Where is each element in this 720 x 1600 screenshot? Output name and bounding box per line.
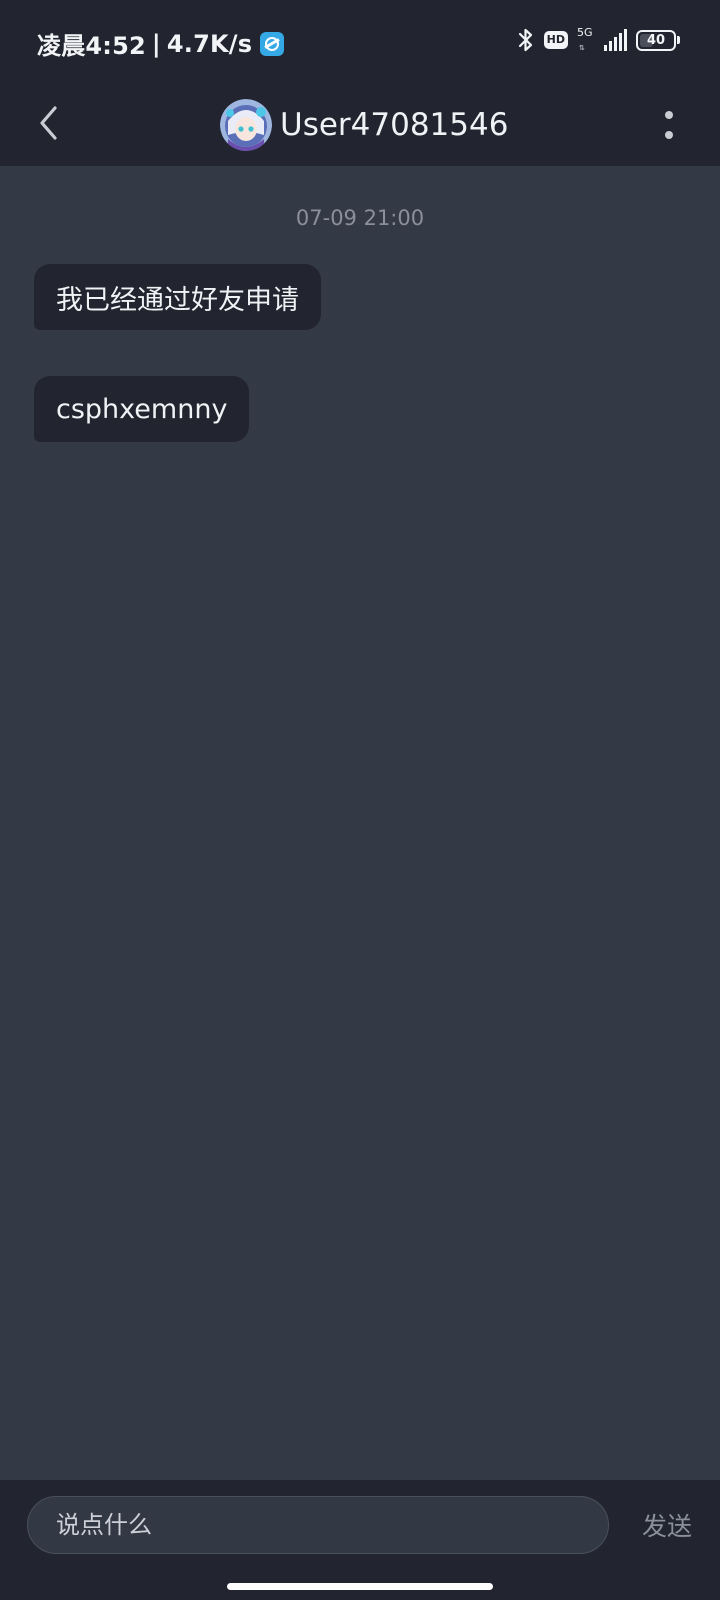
network-type-label: 5G	[577, 26, 593, 39]
battery-level: 40	[646, 32, 666, 48]
message-list[interactable]: 07-09 21:00 我已经通过好友申请 csphxemnny	[0, 166, 720, 1480]
composer-bar: 发送	[0, 1480, 720, 1570]
more-vertical-icon	[665, 111, 673, 119]
hd-icon: HD	[543, 31, 568, 49]
more-options-button[interactable]	[654, 100, 684, 150]
send-button[interactable]: 发送	[642, 1496, 692, 1554]
status-left: 凌晨4:52 | 4.7K/s	[37, 26, 285, 61]
user-avatar[interactable]	[220, 99, 272, 151]
message-timestamp: 07-09 21:00	[295, 206, 425, 230]
network-type: 5G ⇅	[577, 26, 595, 54]
china-mobile-icon	[260, 31, 285, 56]
back-button[interactable]	[22, 96, 76, 150]
battery-icon: 40	[636, 29, 680, 51]
status-time: 凌晨4:52	[37, 32, 146, 60]
message-input[interactable]	[27, 1496, 609, 1554]
message-bubble[interactable]: csphxemnny	[34, 376, 250, 442]
page-title: User47081546	[280, 107, 509, 143]
status-right: HD 5G ⇅ 40	[517, 26, 680, 54]
peer-info[interactable]: User47081546	[220, 84, 508, 166]
message-bubble[interactable]: 我已经通过好友申请	[34, 264, 321, 330]
gesture-bar	[0, 1570, 720, 1600]
data-arrows-icon: ⇅	[579, 44, 585, 52]
status-separator: |	[151, 29, 161, 58]
status-bar: 凌晨4:52 | 4.7K/s HD 5G ⇅ 40	[0, 0, 720, 84]
home-indicator[interactable]	[227, 1583, 493, 1590]
chevron-left-icon	[40, 106, 57, 140]
signal-strength-icon	[604, 29, 627, 51]
network-speed: 4.7K/s	[166, 29, 253, 58]
bluetooth-icon	[518, 28, 532, 52]
chat-header: User47081546	[0, 84, 720, 166]
